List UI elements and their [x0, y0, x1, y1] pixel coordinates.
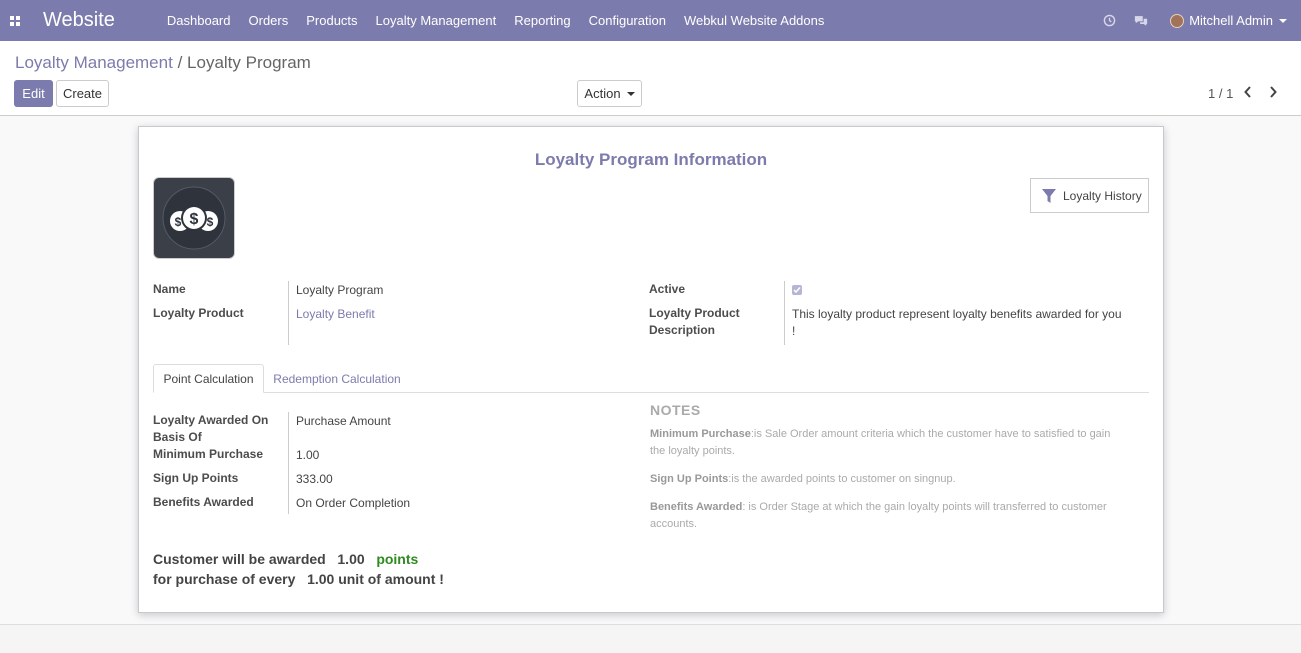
summary-points-unit: points — [376, 551, 419, 567]
pager-next-icon[interactable] — [1265, 83, 1281, 101]
summary-prefix: Customer will be awarded — [153, 551, 326, 567]
divider — [288, 281, 289, 345]
user-menu[interactable]: Mitchell Admin — [1170, 13, 1287, 28]
tab-point-calculation[interactable]: Point Calculation — [153, 364, 264, 393]
svg-text:$: $ — [190, 211, 199, 228]
check-icon — [793, 287, 801, 294]
control-panel: Loyalty Management / Loyalty Program Edi… — [0, 41, 1301, 116]
breadcrumb: Loyalty Management / Loyalty Program — [15, 53, 311, 73]
form-title: Loyalty Program Information — [534, 150, 768, 169]
description-value-line1: This loyalty product represent loyalty b… — [792, 307, 1122, 321]
user-name: Mitchell Admin — [1189, 13, 1273, 28]
form-sheet: Loyalty Program Information $ $ $ Loyalt… — [138, 126, 1164, 613]
chat-icon[interactable] — [1134, 14, 1148, 28]
loyalty-history-button[interactable]: Loyalty History — [1030, 178, 1149, 213]
description-label-line1: Loyalty Product — [649, 306, 740, 320]
action-dropdown[interactable]: Action — [577, 80, 642, 107]
note-key: Benefits Awarded — [650, 501, 743, 513]
note-text: the loyalty points. — [650, 445, 735, 457]
pager-previous-icon[interactable] — [1240, 83, 1256, 101]
description-value-line2: ! — [792, 324, 796, 338]
note-text: :is Sale Order amount criteria which the… — [750, 428, 1111, 440]
summary-points-value: 1.00 — [337, 551, 365, 567]
note-key: Minimum Purchase — [650, 428, 751, 440]
signup-points-value: 333.00 — [296, 472, 333, 486]
menu-item-products[interactable]: Products — [306, 13, 357, 28]
filter-icon — [1042, 188, 1056, 203]
active-label: Active — [649, 282, 686, 296]
awarded-on-value: Purchase Amount — [296, 414, 391, 428]
action-label: Action — [584, 86, 621, 101]
footer-area — [0, 624, 1301, 653]
apps-menu-icon[interactable] — [8, 0, 22, 41]
create-button[interactable]: Create — [56, 80, 109, 107]
note-signup-points: Sign Up Points:is the awarded points to … — [650, 471, 1150, 488]
top-navbar: Website Dashboard Orders Products Loyalt… — [0, 0, 1301, 41]
awarded-on-label-line1: Loyalty Awarded On — [153, 413, 269, 427]
note-text: : is Order Stage at which the gain loyal… — [742, 501, 1107, 513]
divider — [288, 412, 289, 514]
clock-icon[interactable] — [1102, 14, 1116, 28]
loyalty-product-link[interactable]: Loyalty Benefit — [296, 306, 375, 323]
name-label: Name — [153, 282, 186, 296]
min-purchase-label: Minimum Purchase — [153, 447, 264, 461]
navbar-right: Mitchell Admin — [1102, 0, 1301, 41]
avatar — [1170, 13, 1185, 28]
summary-line-1: Customer will be awarded 1.00 points — [153, 551, 418, 567]
active-checkbox[interactable] — [792, 285, 802, 295]
loyalty-product-label: Loyalty Product — [153, 306, 244, 320]
menu-item-loyalty-management[interactable]: Loyalty Management — [376, 13, 497, 28]
note-key: Sign Up Points — [650, 473, 729, 485]
edit-button[interactable]: Edit — [14, 80, 53, 107]
note-text: :is the awarded points to customer on si… — [728, 473, 956, 485]
benefits-awarded-value: On Order Completion — [296, 496, 411, 510]
note-minimum-purchase: Minimum Purchase:is Sale Order amount cr… — [650, 426, 1150, 460]
divider — [784, 281, 785, 345]
description-value: This loyalty product represent loyalty b… — [792, 306, 1132, 340]
app-brand: Website — [43, 9, 115, 31]
breadcrumb-separator: / — [177, 53, 183, 72]
breadcrumb-current: Loyalty Program — [187, 53, 311, 72]
summary-amount-value: 1.00 unit of amount ! — [307, 571, 444, 587]
tab-redemption-calculation[interactable]: Redemption Calculation — [265, 364, 409, 393]
description-label: Loyalty Product Description — [649, 305, 740, 339]
summary-prefix: for purchase of every — [153, 571, 296, 587]
note-benefits-awarded: Benefits Awarded: is Order Stage at whic… — [650, 499, 1150, 533]
menu-item-dashboard[interactable]: Dashboard — [167, 13, 231, 28]
coins-icon: $ $ $ — [162, 186, 226, 250]
menu-item-configuration[interactable]: Configuration — [589, 13, 666, 28]
awarded-on-label-line2: Basis Of — [153, 430, 202, 444]
main-menu: Dashboard Orders Products Loyalty Manage… — [167, 0, 842, 41]
pager-value: 1 / 1 — [1208, 86, 1234, 101]
menu-item-reporting[interactable]: Reporting — [514, 13, 570, 28]
menu-item-orders[interactable]: Orders — [249, 13, 289, 28]
signup-points-label: Sign Up Points — [153, 471, 239, 485]
description-label-line2: Description — [649, 323, 716, 337]
program-image[interactable]: $ $ $ — [153, 177, 235, 259]
min-purchase-value: 1.00 — [296, 448, 320, 462]
svg-text:$: $ — [207, 215, 214, 229]
name-value: Loyalty Program — [296, 283, 384, 297]
chevron-down-icon — [1279, 18, 1287, 23]
menu-item-webkul-addons[interactable]: Webkul Website Addons — [684, 13, 824, 28]
loyalty-history-label: Loyalty History — [1063, 188, 1142, 203]
benefits-awarded-label: Benefits Awarded — [153, 495, 254, 509]
awarded-on-label: Loyalty Awarded On Basis Of — [153, 412, 268, 446]
breadcrumb-parent[interactable]: Loyalty Management — [15, 53, 173, 72]
chevron-down-icon — [626, 91, 635, 96]
summary-line-2: for purchase of every 1.00 unit of amoun… — [153, 571, 444, 587]
note-text: accounts. — [650, 518, 698, 530]
notes-title: NOTES — [650, 402, 701, 418]
svg-text:$: $ — [175, 215, 182, 229]
